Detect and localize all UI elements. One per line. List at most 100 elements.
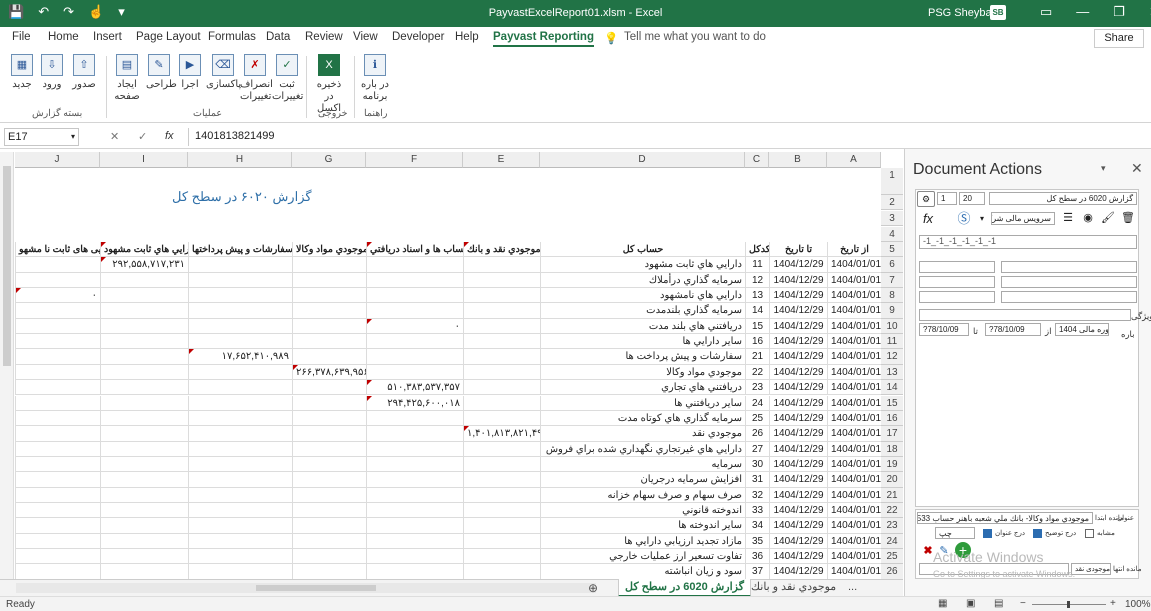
zoom-level[interactable]: 100% xyxy=(1125,599,1151,610)
amount-cell[interactable] xyxy=(292,380,366,396)
tab-formulas[interactable]: Formulas xyxy=(208,31,256,43)
amount-cell[interactable] xyxy=(188,257,292,273)
date-from-cell[interactable]: 1404/01/01 xyxy=(827,426,881,442)
amount-cell[interactable] xyxy=(463,456,540,473)
amount-cell[interactable] xyxy=(366,272,463,289)
amount-cell[interactable] xyxy=(100,349,188,365)
zoom-out-icon[interactable]: − xyxy=(1020,598,1026,609)
account-code-cell[interactable]: 21 xyxy=(745,349,769,365)
amount-cell[interactable] xyxy=(366,288,463,304)
share-button[interactable]: Share xyxy=(1094,29,1144,48)
export-button[interactable]: ⇧ صدور xyxy=(70,54,98,91)
amount-cell[interactable] xyxy=(463,288,540,304)
amount-cell[interactable] xyxy=(292,426,366,442)
tab-data[interactable]: Data xyxy=(266,31,290,43)
account-name-cell[interactable]: موجودي نقد xyxy=(540,426,745,442)
date-from-cell[interactable]: 1404/01/01 xyxy=(827,487,881,503)
account-name-cell[interactable]: سرمايه گذاري درأملاك xyxy=(540,272,745,289)
header-cell-col-a[interactable]: از تاریخ xyxy=(827,242,881,258)
amount-cell[interactable] xyxy=(292,334,366,350)
date-from-cell[interactable]: 1404/01/01 xyxy=(827,456,881,473)
date-from-cell[interactable]: 1404/01/01 xyxy=(827,257,881,273)
chevron-down-icon[interactable]: ▾ xyxy=(973,211,991,227)
amount-cell[interactable] xyxy=(15,426,100,442)
account-code-cell[interactable]: 11 xyxy=(745,257,769,273)
tab-payvast-reporting[interactable]: Payvast Reporting xyxy=(493,31,594,47)
amount-cell[interactable] xyxy=(463,472,540,488)
date-from-cell[interactable]: 1404/01/01 xyxy=(827,395,881,411)
settings-icon[interactable]: ⚙ xyxy=(917,191,935,207)
amount-cell[interactable] xyxy=(463,318,540,335)
account-name-cell[interactable]: سود و زیان انباشته xyxy=(540,564,745,580)
amount-cell[interactable]: ۲۹۴,۴۲۵,۶۰۰,۰۱۸ xyxy=(366,395,463,411)
account-code-cell[interactable]: 15 xyxy=(745,318,769,335)
filter-field-1[interactable] xyxy=(919,261,995,273)
account-name-cell[interactable]: تفاوت تسعير ارز عمليات خارجي xyxy=(540,549,745,565)
account-name-cell[interactable]: سرمايه گذاري هاي كوتاه مدت xyxy=(540,410,745,427)
account-code-cell[interactable]: 31 xyxy=(745,472,769,488)
add-sheet-icon[interactable]: ⊕ xyxy=(588,581,598,595)
row-header[interactable]: 17 xyxy=(881,426,903,442)
tab-view[interactable]: View xyxy=(353,31,378,43)
amount-cell[interactable] xyxy=(100,487,188,503)
date-from-cell[interactable]: 1404/01/01 xyxy=(827,272,881,289)
row-header[interactable]: 21 xyxy=(881,487,903,503)
row-header[interactable]: 1 xyxy=(881,168,903,195)
date-from-cell[interactable]: 1404/01/01 xyxy=(827,334,881,350)
column-header-col-a[interactable]: A xyxy=(827,152,881,168)
amount-cell[interactable] xyxy=(366,334,463,350)
amount-cell[interactable] xyxy=(292,318,366,335)
import-button[interactable]: ⇩ ورود xyxy=(40,54,64,91)
amount-cell[interactable] xyxy=(15,303,100,319)
account-name-cell[interactable]: موجودي مواد وكالا xyxy=(540,364,745,381)
currency-icon[interactable]: Ⓢ xyxy=(955,211,973,227)
header-cell-col-i[interactable]: دارایي هاي ثابت مشهود xyxy=(100,242,188,258)
horizontal-scrollbar[interactable] xyxy=(16,583,596,593)
amount-cell[interactable] xyxy=(463,272,540,289)
account-name-cell[interactable]: مازاد تجديد ارزيابي دارايي ها xyxy=(540,533,745,549)
normal-view-icon[interactable]: ▦ xyxy=(938,598,947,609)
new-button[interactable]: ▦ جدید xyxy=(10,54,34,91)
account-code-cell[interactable]: 23 xyxy=(745,380,769,396)
about-button[interactable]: ℹ در باره برنامه xyxy=(360,54,390,103)
restore-icon[interactable]: ❐ xyxy=(1113,4,1125,20)
amount-cell[interactable] xyxy=(188,426,292,442)
amount-cell[interactable] xyxy=(463,410,540,427)
insert-title-checkbox[interactable] xyxy=(983,529,992,538)
property-select[interactable] xyxy=(919,309,1131,321)
amount-cell[interactable] xyxy=(15,334,100,350)
amount-cell[interactable] xyxy=(292,288,366,304)
amount-cell[interactable] xyxy=(15,564,100,580)
amount-cell[interactable] xyxy=(15,380,100,396)
column-header-col-j[interactable]: J xyxy=(15,152,100,168)
account-name-cell[interactable]: سرمايه گذاري بلندمدت xyxy=(540,303,745,319)
column-header-col-c[interactable]: C xyxy=(745,152,769,168)
page-break-icon[interactable]: ▤ xyxy=(994,598,1003,609)
amount-cell[interactable] xyxy=(15,549,100,565)
scroll-thumb[interactable] xyxy=(256,585,376,591)
amount-cell[interactable]: ۲۹۲,۵۵۸,۷۱۷,۲۳۱ xyxy=(100,257,188,273)
amount-cell[interactable] xyxy=(463,303,540,319)
row-header[interactable]: 25 xyxy=(881,549,903,565)
date-to-cell[interactable]: 1404/12/29 xyxy=(769,349,827,365)
list-icon[interactable]: ☰ xyxy=(1059,211,1077,227)
insert-function-icon[interactable]: fx xyxy=(165,130,174,142)
formula-input[interactable]: 1401813821499 xyxy=(188,128,1143,146)
amount-cell[interactable] xyxy=(292,518,366,534)
cancel-entry-icon[interactable]: ✕ xyxy=(110,130,119,143)
amount-cell[interactable] xyxy=(100,549,188,565)
create-page-button[interactable]: ▤ ایجاد صفحه xyxy=(114,54,140,103)
amount-cell[interactable] xyxy=(292,303,366,319)
amount-cell[interactable] xyxy=(463,395,540,411)
amount-cell[interactable] xyxy=(292,410,366,427)
account-code-cell[interactable]: 24 xyxy=(745,395,769,411)
amount-cell[interactable] xyxy=(366,502,463,519)
date-from-cell[interactable]: 1404/01/01 xyxy=(827,288,881,304)
date-from-cell[interactable]: 1404/01/01 xyxy=(827,441,881,457)
amount-cell[interactable]: ۲۶۶,۳۷۸,۶۳۹,۹۵۶ xyxy=(292,364,366,381)
zoom-in-icon[interactable]: + xyxy=(1110,598,1116,609)
amount-cell[interactable] xyxy=(366,426,463,442)
cancel-changes-button[interactable]: ✗ انصراف تغییرات xyxy=(240,54,273,103)
amount-cell[interactable]: ۰ xyxy=(366,318,463,335)
header-cell-col-h[interactable]: سفارشات و پیش پرداختها xyxy=(188,242,292,258)
